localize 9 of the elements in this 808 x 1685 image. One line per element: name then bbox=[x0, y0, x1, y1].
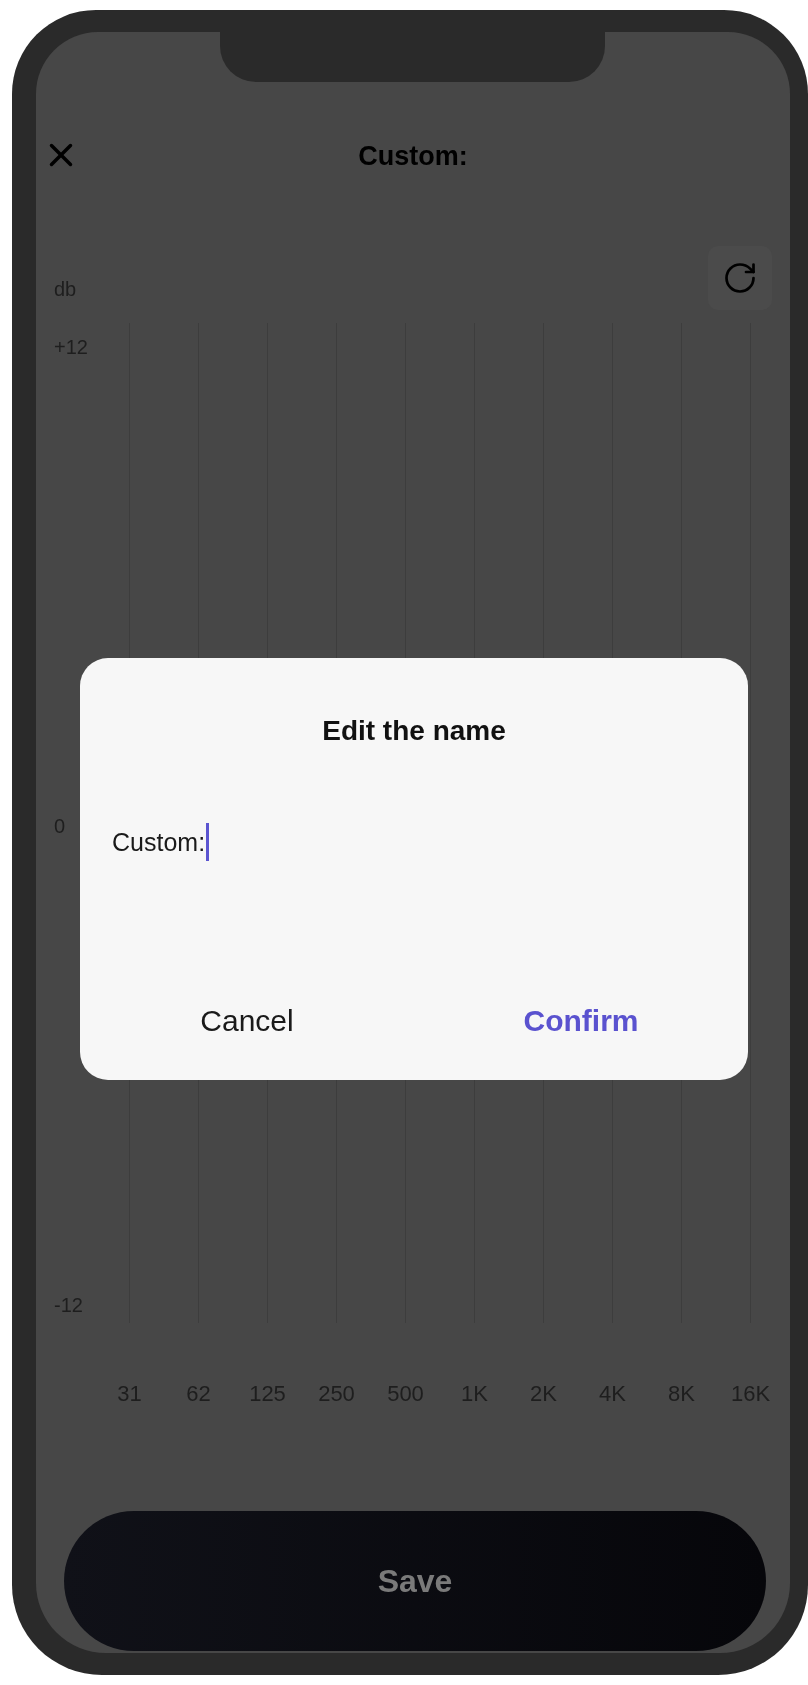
name-field[interactable]: Custom: bbox=[112, 820, 748, 864]
refresh-icon bbox=[722, 260, 758, 296]
reset-button[interactable] bbox=[708, 246, 772, 310]
save-button[interactable]: Save bbox=[64, 1511, 766, 1651]
cancel-button[interactable]: Cancel bbox=[80, 994, 414, 1048]
screen-title: Custom: bbox=[358, 140, 468, 172]
text-cursor bbox=[206, 823, 210, 861]
confirm-button[interactable]: Confirm bbox=[414, 994, 748, 1048]
dialog-title: Edit the name bbox=[321, 715, 507, 747]
